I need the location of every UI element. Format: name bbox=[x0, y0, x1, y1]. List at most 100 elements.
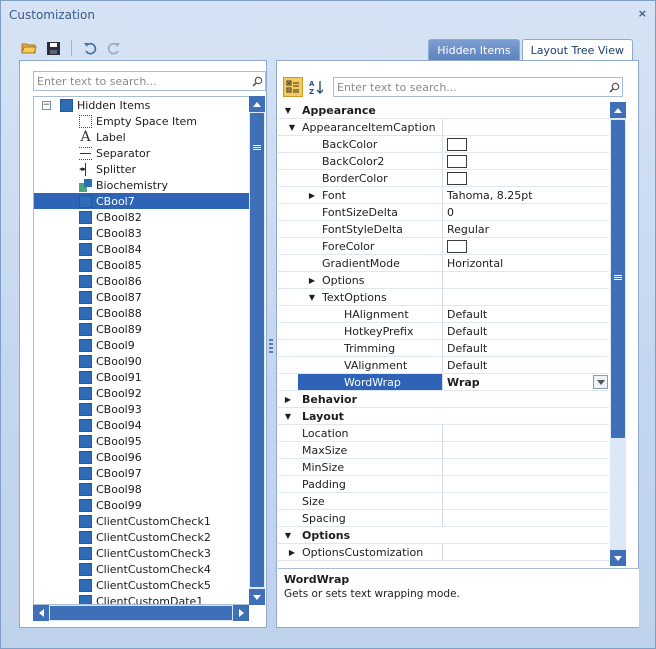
property-row[interactable]: Trimming Default bbox=[278, 340, 609, 357]
color-swatch[interactable] bbox=[447, 239, 467, 253]
color-swatch[interactable] bbox=[447, 171, 467, 185]
scroll-left-icon[interactable] bbox=[33, 605, 49, 621]
property-row[interactable]: ▼ TextOptions bbox=[278, 289, 609, 306]
alphabetical-sort-icon[interactable]: AZ bbox=[307, 77, 327, 97]
search-icon[interactable] bbox=[249, 76, 265, 87]
tree-item[interactable]: CBool86 bbox=[34, 273, 249, 289]
expand-arrow-icon[interactable]: ▶ bbox=[306, 276, 318, 285]
grid-scroll-thumb[interactable] bbox=[611, 120, 625, 438]
tree-hscroll-thumb[interactable] bbox=[50, 606, 232, 620]
undo-icon[interactable] bbox=[80, 38, 100, 58]
property-row[interactable]: Padding bbox=[278, 476, 609, 493]
property-value[interactable]: 0 bbox=[447, 206, 454, 219]
property-row[interactable]: MaxSize bbox=[278, 442, 609, 459]
property-row[interactable]: ▶ Font Tahoma, 8.25pt bbox=[278, 187, 609, 204]
property-row[interactable]: MinSize bbox=[278, 459, 609, 476]
collapse-arrow-icon[interactable]: ▼ bbox=[278, 527, 298, 543]
search-icon[interactable] bbox=[606, 82, 622, 93]
property-value-cell[interactable]: 0 bbox=[443, 204, 609, 220]
tree-item[interactable]: CBool89 bbox=[34, 321, 249, 337]
property-value-cell[interactable] bbox=[443, 493, 609, 509]
tree-item[interactable]: Empty Space Item bbox=[34, 113, 249, 129]
tree-item[interactable]: Separator bbox=[34, 145, 249, 161]
property-row[interactable]: VAlignment Default bbox=[278, 357, 609, 374]
tree-item[interactable]: CBool96 bbox=[34, 449, 249, 465]
tab-hidden-items[interactable]: Hidden Items bbox=[428, 39, 520, 60]
property-value-cell[interactable] bbox=[443, 459, 609, 475]
property-category[interactable]: ▼ Layout bbox=[278, 408, 609, 425]
collapse-arrow-icon[interactable]: ▼ bbox=[286, 123, 298, 132]
property-value-cell[interactable] bbox=[443, 510, 609, 526]
collapse-arrow-icon[interactable]: ▼ bbox=[278, 408, 298, 424]
property-value[interactable]: Horizontal bbox=[447, 257, 503, 270]
property-row[interactable]: ForeColor bbox=[278, 238, 609, 255]
collapse-icon[interactable]: − bbox=[42, 100, 51, 110]
property-value[interactable]: Default bbox=[447, 342, 487, 355]
scroll-down-icon[interactable] bbox=[249, 589, 265, 605]
tree-item[interactable]: CBool87 bbox=[34, 289, 249, 305]
close-icon[interactable]: × bbox=[638, 7, 647, 20]
tree-item[interactable]: ClientCustomCheck4 bbox=[34, 561, 249, 577]
scroll-down-icon[interactable] bbox=[610, 550, 626, 566]
categorized-icon[interactable] bbox=[283, 77, 303, 97]
tree-item[interactable]: A Label bbox=[34, 129, 249, 145]
property-row[interactable]: Spacing bbox=[278, 510, 609, 527]
property-value-cell[interactable]: Default bbox=[443, 340, 609, 356]
tree-item[interactable]: CBool9 bbox=[34, 337, 249, 353]
property-row[interactable]: GradientMode Horizontal bbox=[278, 255, 609, 272]
property-category[interactable]: ▼ Appearance bbox=[278, 102, 609, 119]
property-row[interactable]: BorderColor bbox=[278, 170, 609, 187]
tree-item[interactable]: CBool90 bbox=[34, 353, 249, 369]
property-value-cell[interactable]: Default bbox=[443, 357, 609, 373]
property-row[interactable]: WordWrap Wrap bbox=[278, 374, 609, 391]
property-row[interactable]: FontStyleDelta Regular bbox=[278, 221, 609, 238]
property-value-cell[interactable] bbox=[443, 153, 609, 169]
collapse-arrow-icon[interactable]: ▼ bbox=[278, 102, 298, 118]
tree-item[interactable]: ClientCustomCheck5 bbox=[34, 577, 249, 593]
tree-item[interactable]: CBool83 bbox=[34, 225, 249, 241]
color-swatch[interactable] bbox=[447, 154, 467, 168]
property-value[interactable]: Default bbox=[447, 359, 487, 372]
tree-item[interactable]: CBool94 bbox=[34, 417, 249, 433]
property-category[interactable]: ▶ Behavior bbox=[278, 391, 609, 408]
property-value-cell[interactable] bbox=[443, 136, 609, 152]
tree-item[interactable]: CBool7 bbox=[34, 193, 249, 209]
property-category[interactable]: ▼ Options bbox=[278, 527, 609, 544]
property-row[interactable]: Location bbox=[278, 425, 609, 442]
tree-item[interactable]: CBool99 bbox=[34, 497, 249, 513]
property-row[interactable]: ▼ AppearanceItemCaption bbox=[278, 119, 609, 136]
tree-item[interactable]: ClientCustomDate1 bbox=[34, 593, 249, 604]
tree-item[interactable]: CBool84 bbox=[34, 241, 249, 257]
color-swatch[interactable] bbox=[447, 137, 467, 151]
tree-search-input[interactable] bbox=[34, 74, 249, 88]
tree-item[interactable]: ClientCustomCheck2 bbox=[34, 529, 249, 545]
property-value[interactable]: Default bbox=[447, 308, 487, 321]
property-value-cell[interactable] bbox=[443, 476, 609, 492]
tree-vertical-scrollbar[interactable] bbox=[249, 96, 265, 605]
property-row[interactable]: BackColor2 bbox=[278, 153, 609, 170]
panel-splitter-grip[interactable] bbox=[269, 339, 273, 353]
tree-item[interactable]: CBool92 bbox=[34, 385, 249, 401]
tree-item[interactable]: CBool85 bbox=[34, 257, 249, 273]
tree-item[interactable]: CBool97 bbox=[34, 465, 249, 481]
property-row[interactable]: Size bbox=[278, 493, 609, 510]
property-value[interactable]: Regular bbox=[447, 223, 489, 236]
property-value-cell[interactable] bbox=[443, 119, 609, 135]
property-value-cell[interactable] bbox=[443, 170, 609, 186]
tree-item[interactable]: CBool95 bbox=[34, 433, 249, 449]
expand-arrow-icon[interactable]: ▶ bbox=[306, 191, 318, 200]
tree-horizontal-scrollbar[interactable] bbox=[33, 605, 249, 621]
grid-vertical-scrollbar[interactable] bbox=[610, 102, 626, 566]
tree-item[interactable]: CBool98 bbox=[34, 481, 249, 497]
tree-item[interactable]: CBool93 bbox=[34, 401, 249, 417]
chevron-down-icon[interactable] bbox=[593, 375, 608, 389]
property-value-cell[interactable]: Default bbox=[443, 323, 609, 339]
property-value-cell[interactable]: Tahoma, 8.25pt bbox=[443, 187, 609, 203]
tree-item[interactable]: − Hidden Items bbox=[34, 97, 249, 113]
tree-item[interactable]: CBool91 bbox=[34, 369, 249, 385]
property-row[interactable]: HAlignment Default bbox=[278, 306, 609, 323]
property-value[interactable]: Wrap bbox=[447, 376, 480, 389]
property-value-cell[interactable]: Wrap bbox=[443, 374, 609, 390]
tree-item[interactable]: ClientCustomCheck1 bbox=[34, 513, 249, 529]
property-value-cell[interactable]: Default bbox=[443, 306, 609, 322]
